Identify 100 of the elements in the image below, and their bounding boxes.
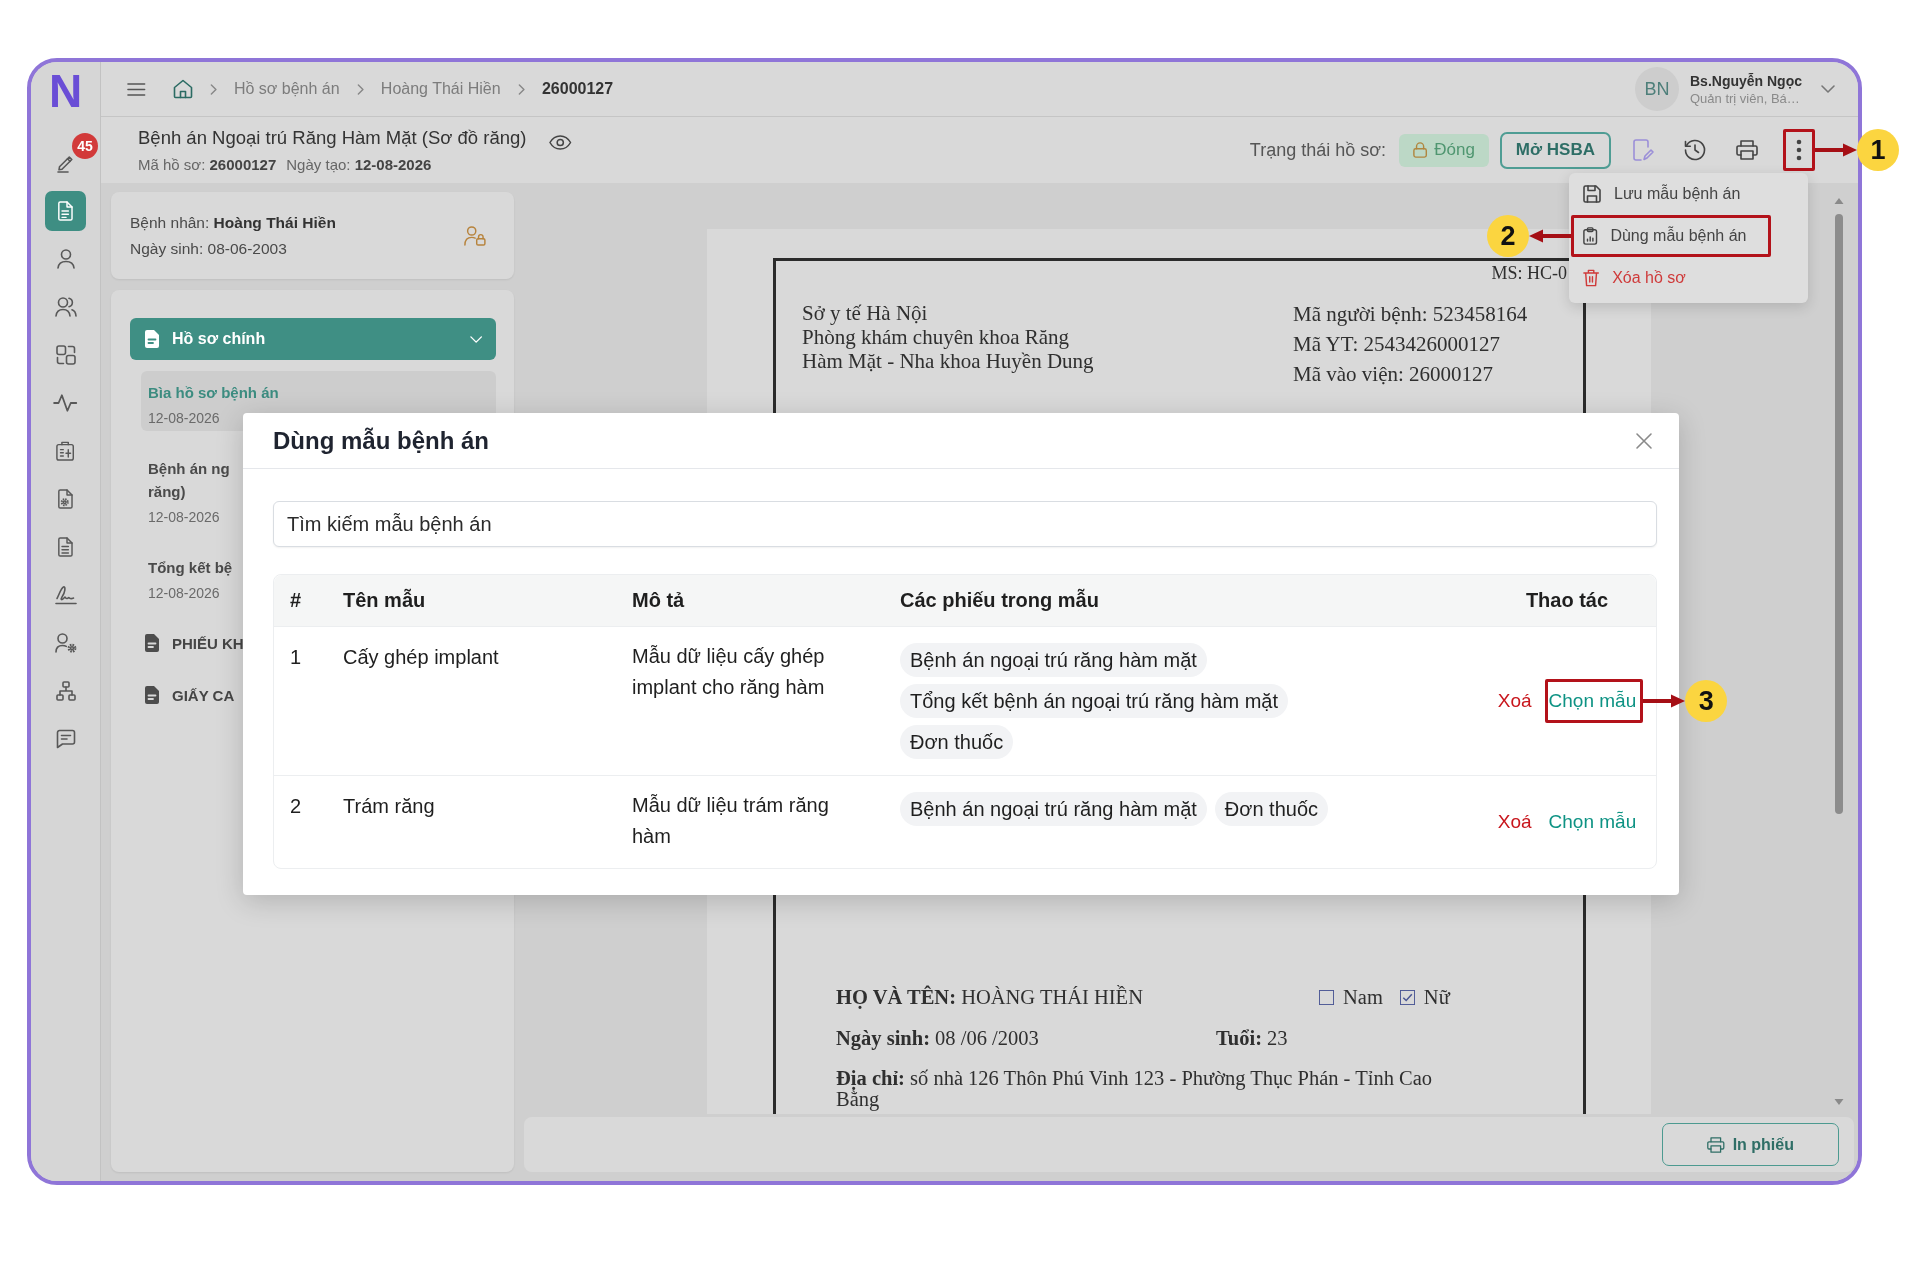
file-icon	[144, 633, 160, 653]
file-icon	[144, 329, 160, 349]
item-title: Tổng kết bệ	[148, 558, 233, 578]
patient-birth-date: Ngày sinh: 08-06-2003	[130, 238, 288, 259]
clipboard-plus-icon	[56, 441, 75, 461]
search-field[interactable]: Tìm kiếm mẫu bệnh án	[273, 501, 1657, 547]
checkbox[interactable]	[1319, 989, 1334, 1005]
address-line: Địa chỉ: số nhà 126 Thôn Phú Vinh 123 - Phường Thục Phán - Tỉnh Cao Bằng	[836, 1068, 1434, 1110]
open-record-button[interactable]: Mở HSBA	[1499, 131, 1611, 169]
tree-item[interactable]: Tổng kết bệ 12-08-2026	[141, 546, 241, 606]
table-cell-text: Mẫu dữ liệu trám răng hàm	[632, 793, 830, 849]
chat-icon	[55, 729, 76, 749]
record-meta: Ngày tạo: 12-08-2026	[286, 155, 432, 173]
more-icon[interactable]	[1796, 139, 1802, 161]
form-tag: Tổng kết bệnh án ngoại trú răng hàm mặt	[900, 684, 1288, 718]
pointer-arrow	[1815, 142, 1857, 158]
chevron-down-icon	[469, 335, 482, 343]
age-line: Tuổi: 23	[1216, 1027, 1289, 1049]
item-date: 12-08-2026	[148, 584, 221, 602]
form-tag: Đơn thuốc	[900, 725, 1014, 759]
chevron-icon	[517, 83, 525, 95]
table-cell-text: 1	[290, 645, 303, 670]
close-icon[interactable]	[1636, 432, 1652, 449]
history-icon[interactable]	[1684, 139, 1706, 161]
home-icon[interactable]	[172, 79, 193, 99]
menu-icon[interactable]	[127, 82, 146, 96]
highlight-frame	[1783, 129, 1815, 171]
callout-badge: 1	[1857, 129, 1899, 171]
table-cell-text: Trám răng	[343, 794, 436, 819]
save-icon	[1583, 185, 1601, 203]
form-tag: Bệnh án ngoại trú răng hàm mặt	[900, 792, 1207, 826]
patient-name: Bệnh nhân: Hoàng Thái Hiền	[130, 212, 336, 233]
record-title: Bệnh án Ngoại trú Răng Hàm Mặt (Sơ đồ răng)	[138, 127, 527, 149]
file-icon	[144, 685, 160, 705]
group-item[interactable]: GIẤY CA	[130, 675, 235, 715]
print-icon	[1707, 1136, 1725, 1153]
item-date: 12-08-2026	[148, 409, 221, 427]
checkbox-label: Nữ	[1423, 986, 1450, 1008]
linked-squares-icon	[55, 345, 76, 365]
trash-icon	[1583, 269, 1600, 287]
table-cell-text: Cấy ghép implant	[343, 645, 500, 670]
column-header: Thao tác	[1524, 589, 1610, 612]
record-meta: Mã hồ sơ: 26000127	[138, 155, 277, 173]
patient-name-line: HỌ VÀ TÊN: HOÀNG THÁI HIỀN	[836, 986, 1144, 1008]
nav-item[interactable]	[45, 191, 86, 231]
people-icon	[54, 297, 77, 317]
column-header: Các phiếu trong mẫu	[900, 589, 1100, 612]
print-icon[interactable]	[1736, 140, 1758, 160]
column-header: Mô tả	[632, 589, 686, 612]
chevron-icon	[209, 83, 217, 95]
signature-icon	[54, 585, 77, 605]
clipboard-icon	[1583, 227, 1598, 245]
eye-icon[interactable]	[548, 134, 571, 150]
tree-item[interactable]: Bệnh án ng răng) 12-08-2026	[141, 447, 238, 530]
group-item[interactable]: PHIẾU KH	[130, 623, 244, 663]
user-name: Bs.Nguyễn Ngọc	[1690, 72, 1802, 89]
user-gear-icon	[54, 633, 77, 653]
checkbox[interactable]	[1399, 989, 1415, 1005]
table-cell-text: 2	[290, 794, 303, 819]
checkbox-label: Nam	[1343, 986, 1383, 1008]
medical-code: Mã YT: 2543426000127	[1293, 331, 1501, 358]
user-avatar[interactable]: BN	[1635, 67, 1679, 111]
item-date: 12-08-2026	[148, 508, 221, 526]
pencil-icon	[55, 153, 76, 173]
clinic-name: Phòng khám chuyên khoa Răng Hàm Mặt - Nha khoa Huyền Dung	[802, 325, 1095, 373]
breadcrumb-link[interactable]: Hoàng Thái Hiền	[380, 80, 501, 98]
pointer-arrow	[1529, 228, 1571, 244]
pulse-icon	[53, 393, 78, 413]
delete-link[interactable]: Xoá	[1497, 810, 1532, 834]
menu-item[interactable]: Xóa hồ sơ	[1571, 257, 1771, 299]
person-icon	[56, 249, 75, 269]
user-role: Quản trị viên, Bá…	[1690, 90, 1801, 106]
breadcrumb-current: 26000127	[541, 80, 614, 98]
form-tag: Đơn thuốc	[1214, 792, 1329, 826]
select-link[interactable]: Chọn mẫu	[1548, 810, 1637, 834]
item-title: Bìa hồ sơ bệnh án	[148, 383, 280, 403]
select-link[interactable]: Chọn mẫu	[1548, 689, 1637, 713]
menu-item[interactable]: Lưu mẫu bệnh án	[1571, 173, 1771, 215]
person-lock-icon[interactable]	[464, 225, 486, 246]
form-tag: Bệnh án ngoại trú răng hàm mặt	[900, 643, 1207, 677]
hierarchy-icon	[55, 681, 76, 701]
file-lines-icon	[57, 537, 74, 557]
breadcrumb-link[interactable]: Hồ sơ bệnh án	[233, 80, 340, 98]
pointer-arrow	[1643, 693, 1686, 709]
status-label: Trạng thái hồ sơ:	[1249, 139, 1387, 161]
chevron-icon	[356, 83, 364, 95]
menu-item[interactable]: Dùng mẫu bệnh án	[1575, 219, 1767, 253]
chevron-down-icon[interactable]	[1821, 85, 1835, 93]
form-code: MS: HC-0	[1490, 262, 1567, 284]
status-text: Đóng	[1434, 140, 1475, 160]
item-title: Bệnh án ng răng)	[148, 459, 230, 502]
print-button[interactable]: In phiếu	[1662, 1123, 1839, 1166]
group-header[interactable]: Hồ sơ chính	[130, 318, 496, 360]
table-cell-text: Mẫu dữ liệu cấy ghép implant cho răng hàm	[632, 644, 826, 700]
app-logo: N	[48, 68, 83, 114]
lock-icon	[1413, 142, 1428, 158]
delete-link[interactable]: Xoá	[1497, 689, 1532, 713]
column-header: Tên mẫu	[343, 589, 427, 612]
file-gear-icon	[57, 489, 74, 509]
admission-code: Mã vào viện: 26000127	[1293, 361, 1495, 388]
